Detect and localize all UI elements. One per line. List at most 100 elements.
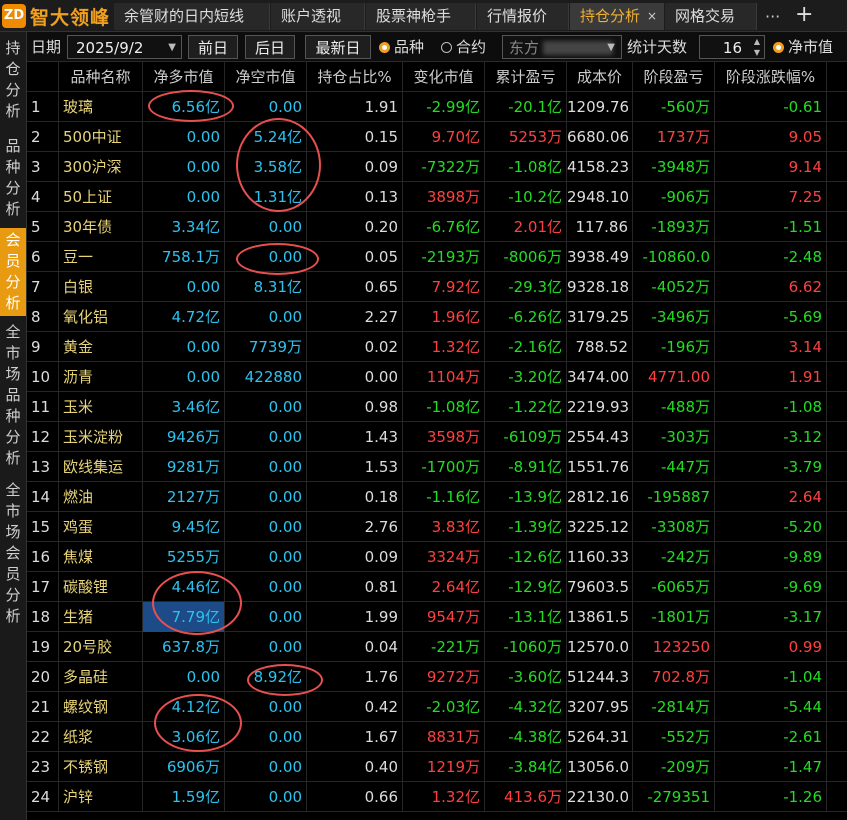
net-long-value: 3.46亿: [143, 392, 225, 422]
table-row[interactable]: 16 焦煤 5255万 0.00 0.09 3324万 -12.6亿 1160.33 -242万…: [27, 542, 847, 572]
table-row[interactable]: 7 白银 0.00 8.31亿 0.65 7.92亿 -29.3亿 9328.18 -4052万…: [27, 272, 847, 302]
variety-name: 玻璃: [59, 92, 143, 122]
stage-change-pct: -3.17: [715, 602, 827, 632]
change-value: 9547万: [403, 602, 485, 632]
table-row[interactable]: 1 玻璃 6.56亿 0.00 1.91 -2.99亿 -20.1亿 1209.76 -560万…: [27, 92, 847, 122]
tab-grid-trading[interactable]: 网格交易: [665, 3, 757, 30]
column-header[interactable]: 净空市值: [225, 62, 307, 92]
position-ratio: 1.76: [307, 662, 403, 692]
variety-name: 50上证: [59, 182, 143, 212]
table-row[interactable]: 9 黄金 0.00 7739万 0.02 1.32亿 -2.16亿 788.52 -196万 3.…: [27, 332, 847, 362]
variety-name: 螺纹钢: [59, 692, 143, 722]
change-value: 3.83亿: [403, 512, 485, 542]
table-row[interactable]: 17 碳酸锂 4.46亿 0.00 0.81 2.64亿 -12.9亿 79603.5 -606…: [27, 572, 847, 602]
cost-price: 3225.12: [567, 512, 633, 542]
variety-name: 500中证: [59, 122, 143, 152]
change-value: 8831万: [403, 722, 485, 752]
column-header[interactable]: [27, 62, 59, 92]
next-day-button[interactable]: 后日: [245, 35, 295, 59]
stage-change-pct: -9.69: [715, 572, 827, 602]
row-index: 21: [27, 692, 59, 722]
table-row[interactable]: 22 纸浆 3.06亿 0.00 1.67 8831万 -4.38亿 5264.31 -552万…: [27, 722, 847, 752]
contract-select[interactable]: 东方 ▼: [502, 35, 622, 59]
cumulative-pnl: -2.16亿: [485, 332, 567, 362]
row-index: 6: [27, 242, 59, 272]
net-long-value: 9281万: [143, 452, 225, 482]
table-row[interactable]: 10 沥青 0.00 422880 0.00 1104万 -3.20亿 3474.00 4771…: [27, 362, 847, 392]
nav-member-analysis[interactable]: 会员分析: [0, 228, 26, 316]
stage-change-pct: -5.20: [715, 512, 827, 542]
table-row[interactable]: 8 氧化铝 4.72亿 0.00 2.27 1.96亿 -6.26亿 3179.25 -3496…: [27, 302, 847, 332]
spinner-arrows-icon[interactable]: ▲ ▼: [754, 36, 760, 58]
table-row[interactable]: 3 300沪深 0.00 3.58亿 0.09 -7322万 -1.08亿 4158.23 -3…: [27, 152, 847, 182]
cost-price: 2812.16: [567, 482, 633, 512]
column-header[interactable]: 成本价: [567, 62, 633, 92]
column-header[interactable]: 品种名称: [59, 62, 143, 92]
change-value: -7322万: [403, 152, 485, 182]
table-row[interactable]: 19 20号胶 637.8万 0.00 0.04 -221万 -1060万 12570.0 12…: [27, 632, 847, 662]
row-index: 4: [27, 182, 59, 212]
table-row[interactable]: 6 豆一 758.1万 0.00 0.05 -2193万 -8006万 3938.49 -108…: [27, 242, 847, 272]
net-short-value: 0.00: [225, 782, 307, 812]
stage-pnl: -279351: [633, 782, 715, 812]
table-row[interactable]: 14 燃油 2127万 0.00 0.18 -1.16亿 -13.9亿 2812.16 -195…: [27, 482, 847, 512]
cost-price: 22130.0: [567, 782, 633, 812]
position-ratio: 0.02: [307, 332, 403, 362]
column-header[interactable]: 变化市值: [403, 62, 485, 92]
cost-price: 2219.93: [567, 392, 633, 422]
table-row[interactable]: 4 50上证 0.00 1.31亿 0.13 3898万 -10.2亿 2948.10 -906…: [27, 182, 847, 212]
table-row[interactable]: 13 欧线集运 9281万 0.00 1.53 -1700万 -8.91亿 1551.76 -4…: [27, 452, 847, 482]
date-picker[interactable]: 2025/9/2 ▼: [67, 35, 182, 59]
position-ratio: 0.81: [307, 572, 403, 602]
close-icon[interactable]: ×: [647, 3, 657, 30]
table-row[interactable]: 20 多晶硅 0.00 8.92亿 1.76 9272万 -3.60亿 51244.3 702.…: [27, 662, 847, 692]
variety-name: 焦煤: [59, 542, 143, 572]
radio-selected-icon: [379, 42, 390, 53]
tab-intraday[interactable]: 余管财的日内短线: [114, 3, 270, 30]
cumulative-pnl: -3.20亿: [485, 362, 567, 392]
tab-account[interactable]: 账户透视: [271, 3, 365, 30]
position-ratio: 0.15: [307, 122, 403, 152]
tab-position-analysis[interactable]: 持仓分析 ×: [570, 3, 664, 30]
radio-unselected-icon: [441, 42, 452, 53]
nav-position-analysis[interactable]: 持仓分析: [0, 38, 26, 122]
radio-contract[interactable]: 合约: [441, 35, 486, 59]
prev-day-button[interactable]: 前日: [188, 35, 238, 59]
table-row[interactable]: 18 生猪 7.79亿 0.00 1.99 9547万 -13.1亿 13861.5 -1801…: [27, 602, 847, 632]
cost-price: 79603.5: [567, 572, 633, 602]
row-index: 10: [27, 362, 59, 392]
table-row[interactable]: 5 30年债 3.34亿 0.00 0.20 -6.76亿 2.01亿 117.86 -1893…: [27, 212, 847, 242]
radio-net-value[interactable]: 净市值: [773, 35, 833, 59]
column-header[interactable]: 持仓占比%: [307, 62, 403, 92]
radio-variety[interactable]: 品种: [379, 35, 424, 59]
add-tab-icon[interactable]: +: [795, 1, 813, 28]
row-index: 2: [27, 122, 59, 152]
table-row[interactable]: 2 500中证 0.00 5.24亿 0.15 9.70亿 5253万 6680.06 1737…: [27, 122, 847, 152]
column-header[interactable]: 累计盈亏: [485, 62, 567, 92]
nav-market-member-analysis[interactable]: 全市场会员分析: [0, 480, 26, 627]
nav-market-variety-analysis[interactable]: 全市场品种分析: [0, 322, 26, 469]
net-long-value: 4.46亿: [143, 572, 225, 602]
tab-quotes[interactable]: 行情报价: [477, 3, 569, 30]
table-row[interactable]: 11 玉米 3.46亿 0.00 0.98 -1.08亿 -1.22亿 2219.93 -488…: [27, 392, 847, 422]
table-row[interactable]: 15 鸡蛋 9.45亿 0.00 2.76 3.83亿 -1.39亿 3225.12 -3308…: [27, 512, 847, 542]
net-short-value: 0.00: [225, 752, 307, 782]
cumulative-pnl: -8006万: [485, 242, 567, 272]
days-stepper[interactable]: 16 ▲ ▼: [699, 35, 765, 59]
table-row[interactable]: 24 沪锌 1.59亿 0.00 0.66 1.32亿 413.6万 22130.0 -2793…: [27, 782, 847, 812]
column-header[interactable]: 净多市值: [143, 62, 225, 92]
column-header[interactable]: 阶段盈亏: [633, 62, 715, 92]
nav-variety-analysis[interactable]: 品种分析: [0, 136, 26, 220]
position-ratio: 1.99: [307, 602, 403, 632]
more-tabs-icon[interactable]: ···: [765, 3, 780, 30]
app-logo: ZD 智大领峰: [2, 2, 112, 30]
column-header[interactable]: 阶段涨跌幅%: [715, 62, 827, 92]
table-row[interactable]: 12 玉米淀粉 9426万 0.00 1.43 3598万 -6109万 2554.43 -30…: [27, 422, 847, 452]
change-value: 7.92亿: [403, 272, 485, 302]
row-index: 9: [27, 332, 59, 362]
table-row[interactable]: 21 螺纹钢 4.12亿 0.00 0.42 -2.03亿 -4.32亿 3207.95 -28…: [27, 692, 847, 722]
tab-stock-sniper[interactable]: 股票神枪手: [366, 3, 476, 30]
table-row[interactable]: 23 不锈钢 6906万 0.00 0.40 1219万 -3.84亿 13056.0 -209…: [27, 752, 847, 782]
latest-day-button[interactable]: 最新日: [305, 35, 371, 59]
row-index: 3: [27, 152, 59, 182]
